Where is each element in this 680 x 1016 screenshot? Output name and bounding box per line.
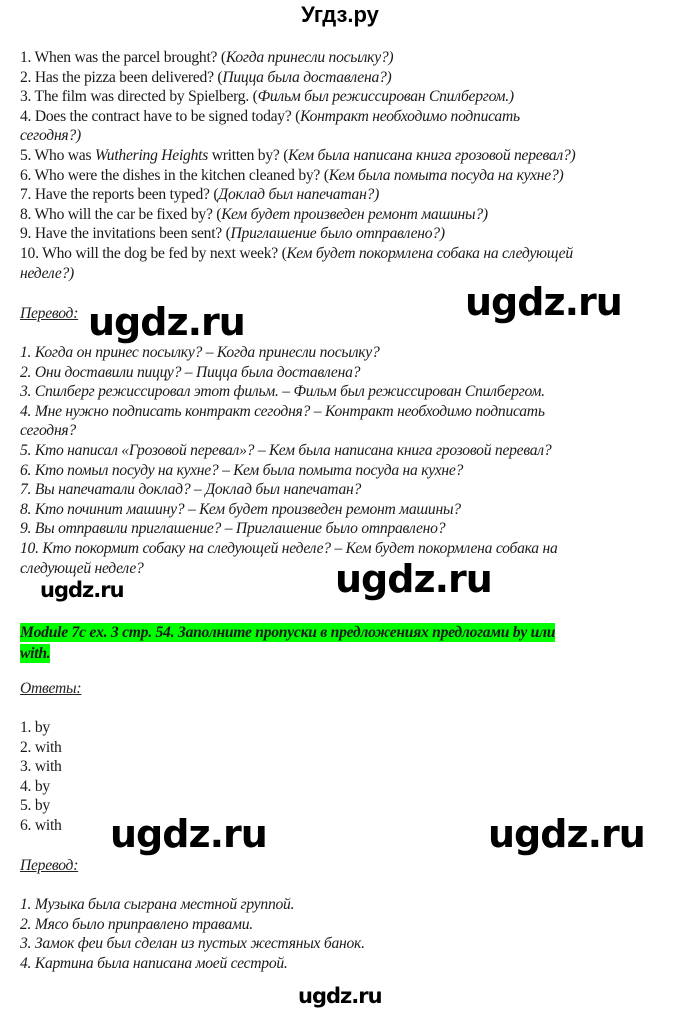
watermark: ugdz.ru — [465, 280, 623, 324]
question-item: 3. The film was directed by Spielberg. (… — [20, 88, 514, 106]
question-item-continuation: сегодня?) — [20, 127, 81, 145]
question-item: 7. Have the reports been typed? (Доклад … — [20, 186, 380, 204]
answer-item: 3. with — [20, 758, 62, 776]
watermark: ugdz.ru — [298, 984, 383, 1008]
translation-line: 5. Кто написал «Грозовой перевал»? – Кем… — [20, 441, 552, 459]
translation-line: 1. Музыка была сыграна местной группой. — [20, 896, 295, 913]
question-item: 2. Has the pizza been delivered? (Пицца … — [20, 68, 392, 86]
watermark: ugdz.ru — [335, 557, 493, 601]
answer-item: 2. with — [20, 738, 62, 756]
translation-line: 6. Кто помыл посуду на кухне? – Кем была… — [20, 461, 464, 479]
translation-line: 8. Кто починит машину? – Кем будет произ… — [20, 500, 461, 518]
watermark: ugdz.ru — [488, 812, 646, 856]
translation-line: сегодня? — [20, 422, 76, 440]
question-item: 4. Does the contract have to be signed t… — [20, 107, 520, 125]
translation-list-2: 1. Музыка была сыграна местной группой. … — [20, 895, 660, 973]
translation-line: 2. Они доставили пиццу? – Пицца была дос… — [20, 363, 361, 381]
watermark: ugdz.ru — [88, 300, 246, 344]
translation-line: 1. Когда он принес посылку? – Когда прин… — [20, 344, 380, 361]
translation-list-1: 1. Когда он принес посылку? – Когда прин… — [20, 343, 660, 578]
translation-line: 4. Мне нужно подписать контракт сегодня?… — [20, 402, 545, 420]
translation-heading-2: Перевод: — [20, 857, 79, 874]
answer-item: 4. by — [20, 777, 50, 795]
translation-line: 7. Вы напечатали доклад? – Доклад был на… — [20, 481, 362, 499]
watermark: ugdz.ru — [40, 578, 125, 602]
site-title: Угдз.ру — [301, 2, 379, 27]
question-item: 5. Who was Wuthering Heights written by?… — [20, 146, 576, 164]
translation-line: 9. Вы отправили приглашение? – Приглашен… — [20, 520, 446, 538]
question-item: 1. When was the parcel brought? (Когда п… — [20, 49, 394, 66]
answers-heading: Ответы: — [20, 680, 82, 697]
translation-line: 3. Спилберг режиссировал этот фильм. – Ф… — [20, 383, 545, 401]
translation-line: 3. Замок феи был сделан из пустых жестян… — [20, 935, 365, 953]
question-item: 8. Who will the car be fixed by? (Кем бу… — [20, 205, 488, 223]
answer-item: 1. by — [20, 719, 50, 736]
question-item: 6. Who were the dishes in the kitchen cl… — [20, 166, 564, 184]
translation-line: 10. Кто покормит собаку на следующей нед… — [20, 539, 558, 557]
watermark: ugdz.ru — [110, 812, 268, 856]
questions-list: 1. When was the parcel brought? (Когда п… — [20, 48, 660, 283]
translation-line: 2. Мясо было приправлено травами. — [20, 915, 253, 933]
question-item: 9. Have the invitations been sent? (Приг… — [20, 225, 445, 243]
task-heading: Module 7c ex. 3 стр. 54. Заполните пропу… — [20, 623, 556, 663]
question-item: 10. Who will the dog be fed by next week… — [20, 244, 573, 262]
translation-line: 4. Картина была написана моей сестрой. — [20, 954, 288, 972]
